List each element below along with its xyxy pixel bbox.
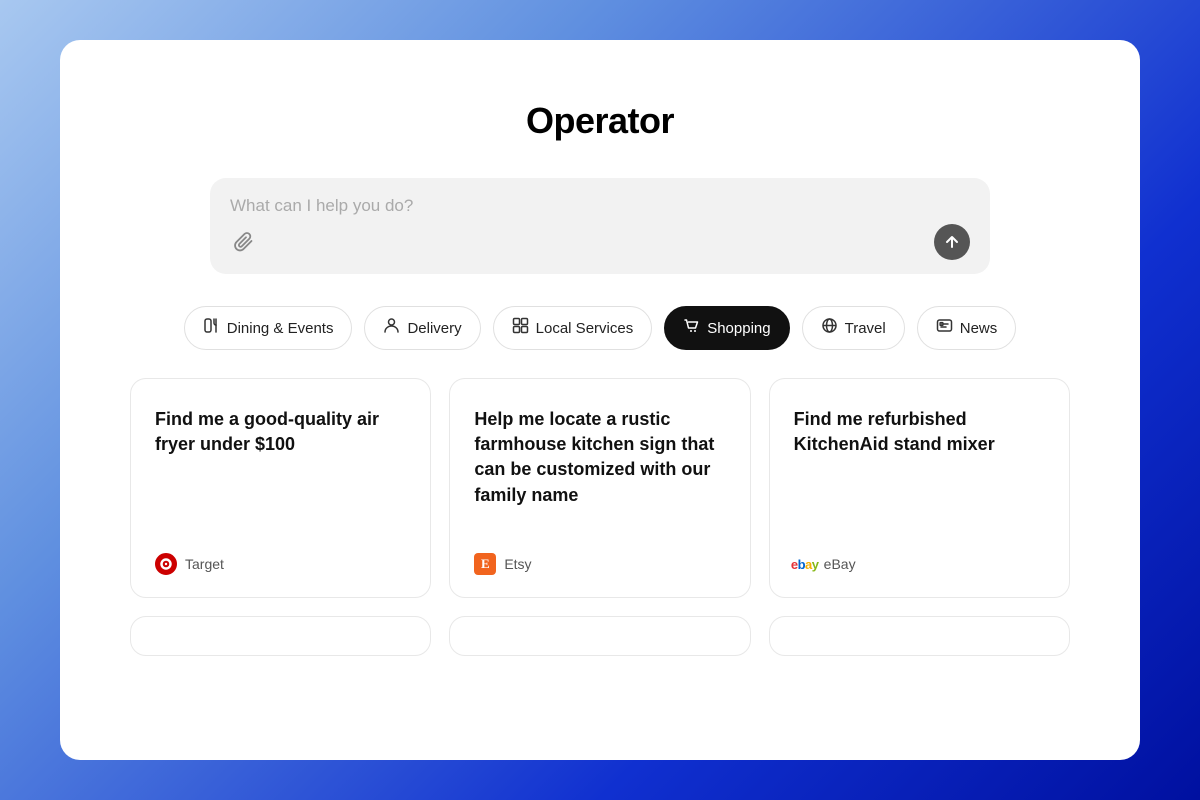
travel-icon [821,317,838,339]
category-chip-shopping[interactable]: Shopping [664,306,789,350]
ebay-text: ebay [791,557,819,572]
card-footer-3: ebay eBay [794,553,1045,575]
card-air-fryer[interactable]: Find me a good-quality air fryer under $… [130,378,431,598]
news-icon [936,317,953,339]
card-partial-1 [130,616,431,656]
card-kitchenaid[interactable]: Find me refurbished KitchenAid stand mix… [769,378,1070,598]
news-label: News [960,320,998,337]
local-label: Local Services [536,320,634,337]
delivery-icon [383,317,400,339]
app-title: Operator [526,100,674,142]
shopping-label: Shopping [707,320,770,337]
card-footer-1: Target [155,553,406,575]
store-name-1: Target [185,556,224,572]
etsy-logo: E [474,553,496,575]
category-chip-travel[interactable]: Travel [802,306,905,350]
card-farmhouse-sign[interactable]: Help me locate a rustic farmhouse kitche… [449,378,750,598]
card-footer-2: E Etsy [474,553,725,575]
category-chip-news[interactable]: News [917,306,1017,350]
travel-label: Travel [845,320,886,337]
card-partial-2 [449,616,750,656]
store-name-3: eBay [824,556,856,572]
ebay-logo: ebay [794,553,816,575]
category-chip-dining[interactable]: Dining & Events [184,306,353,350]
search-bottom-row [230,224,970,260]
target-logo [155,553,177,575]
search-box [210,178,990,274]
store-name-2: Etsy [504,556,531,572]
search-input[interactable] [230,196,970,216]
shopping-icon [683,317,700,339]
dining-label: Dining & Events [227,320,334,337]
category-chip-delivery[interactable]: Delivery [364,306,480,350]
card-text-1: Find me a good-quality air fryer under $… [155,407,406,529]
card-partial-3 [769,616,1070,656]
local-icon [512,317,529,339]
delivery-label: Delivery [407,320,461,337]
submit-button[interactable] [934,224,970,260]
card-text-3: Find me refurbished KitchenAid stand mix… [794,407,1045,529]
cards-grid: Find me a good-quality air fryer under $… [130,378,1070,598]
dining-icon [203,317,220,339]
category-chip-local[interactable]: Local Services [493,306,653,350]
attach-icon[interactable] [230,228,258,256]
card-text-2: Help me locate a rustic farmhouse kitche… [474,407,725,529]
main-panel: Operator Di [60,40,1140,760]
bottom-partial-row [130,616,1070,656]
categories-row: Dining & Events Delivery Local Servi [184,306,1017,350]
